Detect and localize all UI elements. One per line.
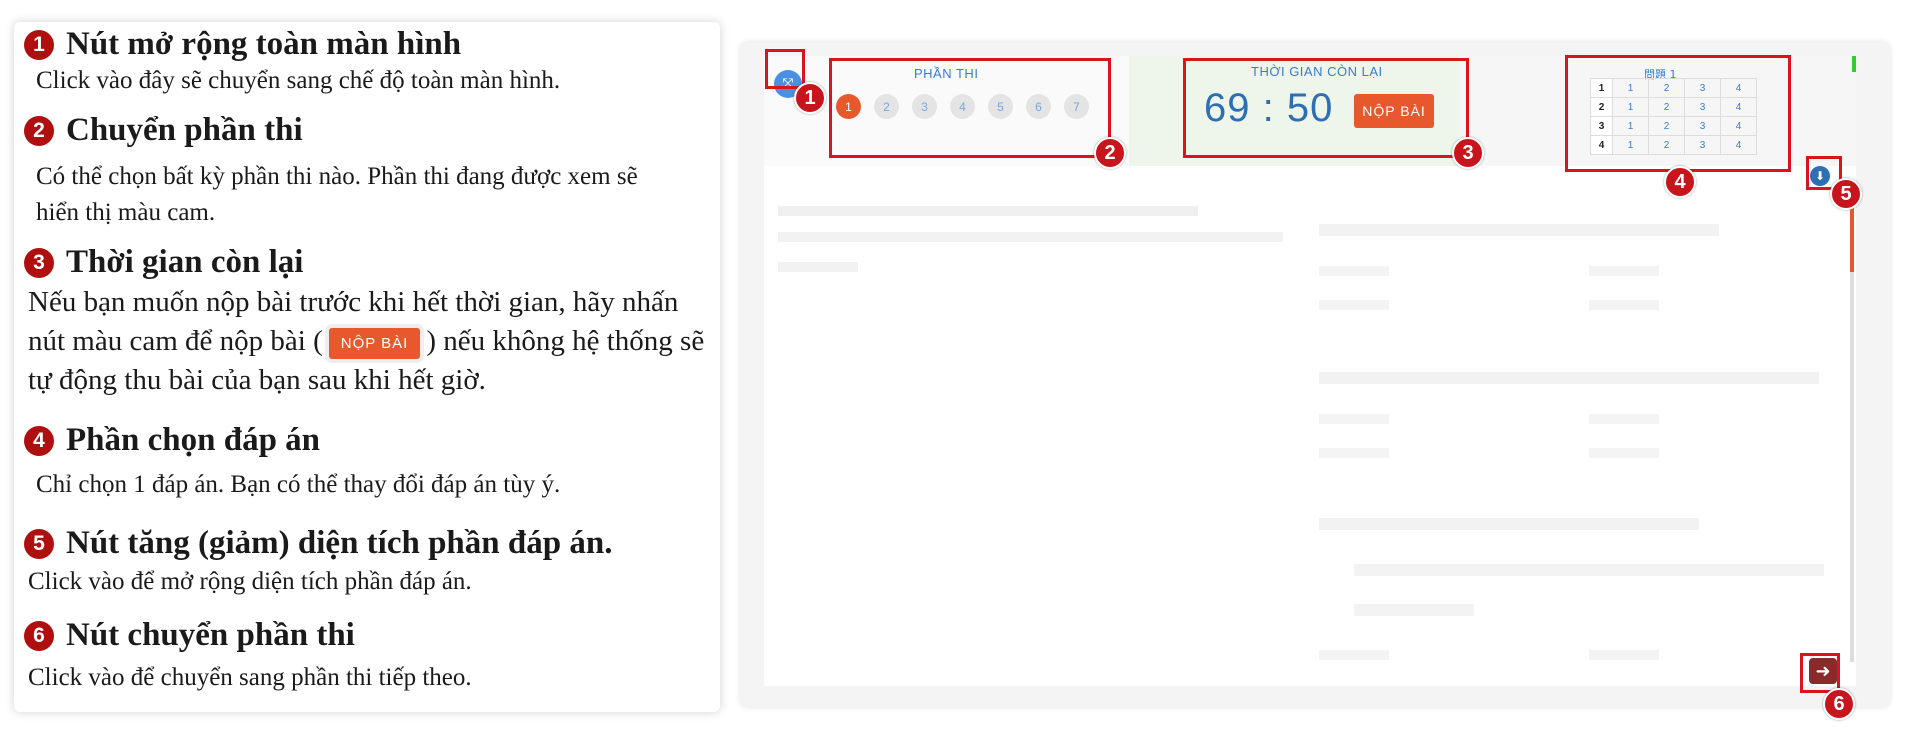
section-title-4: Phần chọn đáp án [66, 422, 321, 458]
step-number-5: 5 [24, 528, 54, 559]
section-title-6: Nút chuyển phần thi [66, 617, 355, 653]
section-text-1: Click vào đây sẽ chuyển sang chế độ toàn… [36, 67, 561, 94]
step-number-1: 1 [24, 29, 54, 60]
faded-text [1589, 448, 1659, 458]
guide-section-2: 2 Chuyển phần thi Có thể chọn bất kỳ phầ… [24, 114, 710, 231]
instruction-panel: 1 Nút mở rộng toàn màn hình Click vào đâ… [14, 22, 720, 712]
exam-screenshot: ⤧ PHẦN THI 1 2 3 4 5 6 7 THỜI GIAN CÒN L… [740, 42, 1890, 720]
faded-text [1319, 266, 1389, 276]
progress-indicator [1852, 56, 1856, 72]
section-title-1: Nút mở rộng toàn màn hình [66, 26, 462, 62]
faded-text [1319, 518, 1699, 530]
step-number-4: 4 [24, 425, 54, 456]
guide-section-6: 6 Nút chuyển phần thi Click vào để chuyể… [24, 619, 710, 696]
marker-3: 3 [1452, 137, 1484, 169]
step-number-6: 6 [24, 620, 54, 651]
faded-text [1319, 372, 1819, 384]
faded-text [778, 232, 1283, 242]
faded-text [1319, 414, 1389, 424]
guide-section-5: 5 Nút tăng (giảm) diện tích phần đáp án.… [24, 527, 710, 600]
faded-text [1589, 266, 1659, 276]
highlight-timer [1183, 58, 1469, 158]
faded-text [1354, 604, 1474, 616]
section-text-4: Chỉ chọn 1 đáp án. Bạn có thể thay đổi đ… [36, 471, 561, 498]
marker-4: 4 [1664, 166, 1696, 198]
highlight-next [1800, 653, 1840, 693]
faded-text [1319, 300, 1389, 310]
guide-section-3: 3 Thời gian còn lại Nếu bạn muốn nộp bài… [24, 246, 710, 400]
step-number-2: 2 [24, 115, 54, 146]
marker-2: 2 [1094, 137, 1126, 169]
highlight-answers [1565, 55, 1791, 172]
faded-text [778, 262, 858, 272]
highlight-fullscreen [765, 49, 805, 89]
faded-text [1319, 224, 1719, 236]
scrollbar-track[interactable] [1850, 272, 1854, 662]
marker-1: 1 [794, 82, 826, 114]
guide-section-1: 1 Nút mở rộng toàn màn hình Click vào đâ… [24, 28, 710, 99]
faded-text [1589, 414, 1659, 424]
faded-text [1319, 448, 1389, 458]
section-title-2: Chuyển phần thi [66, 112, 303, 148]
section-text-5: Click vào để mở rộng diện tích phần đáp … [28, 568, 472, 595]
faded-text [1589, 300, 1659, 310]
section-title-3: Thời gian còn lại [66, 244, 304, 280]
marker-6: 6 [1823, 688, 1855, 720]
guide-section-4: 4 Phần chọn đáp án Chỉ chọn 1 đáp án. Bạ… [24, 424, 710, 503]
step-number-3: 3 [24, 247, 54, 278]
sample-submit-button: NỘP BÀI [328, 327, 421, 359]
section-text-3: Nếu bạn muốn nộp bài trước khi hết thời … [24, 283, 710, 400]
section-text-2: Có thể chọn bất kỳ phần thi nào. Phần th… [36, 163, 638, 226]
section-title-5: Nút tăng (giảm) diện tích phần đáp án. [66, 525, 613, 561]
section-text-6: Click vào để chuyển sang phần thi tiếp t… [28, 664, 472, 691]
highlight-parts [829, 58, 1111, 158]
marker-5: 5 [1830, 178, 1862, 210]
faded-text [1589, 650, 1659, 660]
faded-text [1319, 650, 1389, 660]
faded-text [778, 206, 1198, 216]
faded-text [1354, 564, 1824, 576]
